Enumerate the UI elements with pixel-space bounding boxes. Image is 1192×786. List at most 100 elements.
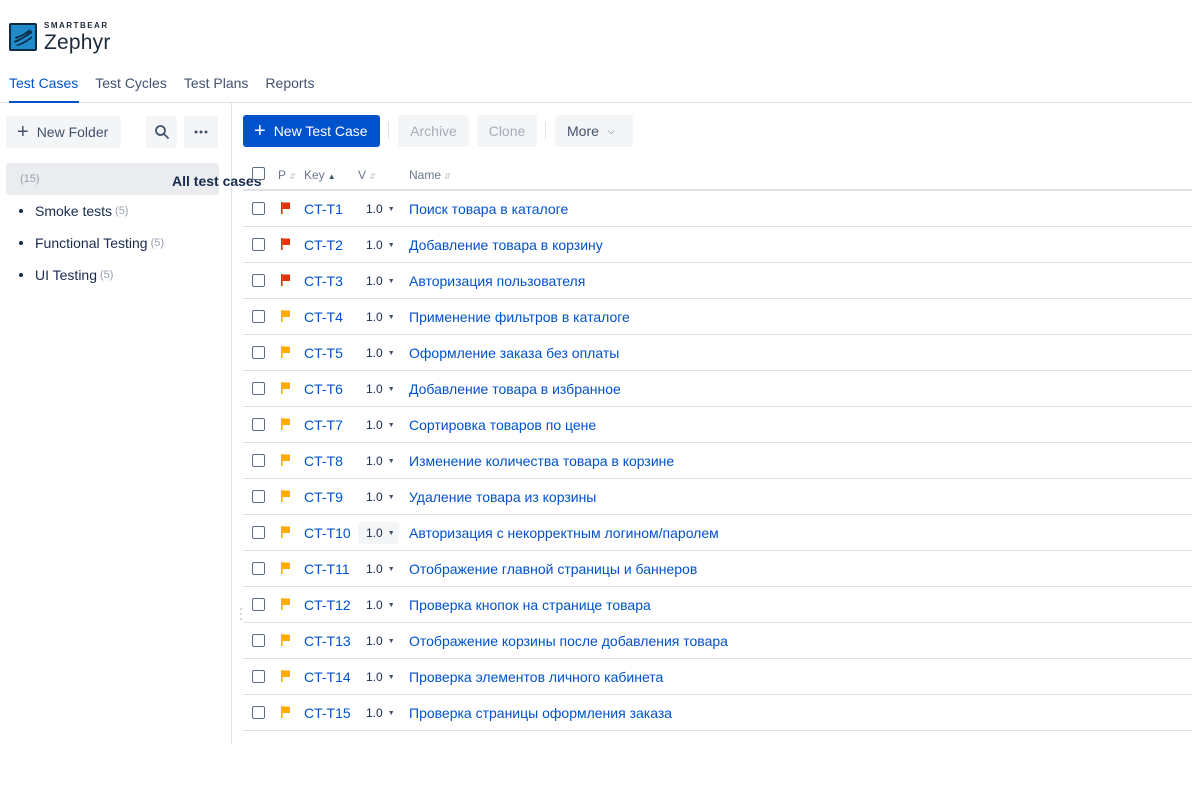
test-case-name[interactable]: Сортировка товаров по цене [409, 417, 596, 433]
table-row[interactable]: CT-T11 1.0 ▼ Отображение главной страницы и… [243, 551, 1192, 587]
folder-smoke-tests[interactable]: Smoke tests (5) [19, 195, 128, 227]
test-case-key[interactable]: CT-T9 [304, 489, 343, 505]
table-row[interactable]: CT-T9 1.0 ▼ Удаление товара из корзины [243, 479, 1192, 515]
test-case-key[interactable]: CT-T1 [304, 201, 343, 217]
row-checkbox[interactable] [252, 418, 265, 431]
select-all-checkbox[interactable] [252, 167, 265, 180]
version-select[interactable]: 1.0 ▼ [358, 486, 399, 508]
tab-test-cycles[interactable]: Test Cycles [86, 72, 175, 102]
test-case-name[interactable]: Отображение главной страницы и баннеров [409, 561, 697, 577]
test-case-name[interactable]: Поиск товара в каталоге [409, 201, 568, 217]
test-case-name[interactable]: Добавление товара в корзину [409, 237, 603, 253]
version-select[interactable]: 1.0 ▼ [358, 414, 399, 436]
test-case-key[interactable]: CT-T12 [304, 597, 351, 613]
test-case-name[interactable]: Применение фильтров в каталоге [409, 309, 630, 325]
test-case-key[interactable]: CT-T10 [304, 525, 351, 541]
row-checkbox[interactable] [252, 202, 265, 215]
row-checkbox[interactable] [252, 382, 265, 395]
table-row[interactable]: CT-T3 1.0 ▼ Авторизация пользователя [243, 263, 1192, 299]
table-row[interactable]: CT-T1 1.0 ▼ Поиск товара в каталоге [243, 191, 1192, 227]
column-header-key[interactable]: Key ▲ [304, 168, 336, 182]
folder-options-button[interactable] [184, 116, 218, 148]
table-row[interactable]: CT-T8 1.0 ▼ Изменение количества товара в к… [243, 443, 1192, 479]
table-row[interactable]: CT-T2 1.0 ▼ Добавление товара в корзину [243, 227, 1192, 263]
column-header-name[interactable]: Name ⇵ [409, 168, 451, 182]
test-case-key[interactable]: CT-T7 [304, 417, 343, 433]
row-checkbox[interactable] [252, 454, 265, 467]
test-case-name[interactable]: Авторизация с некорректным логином/парол… [409, 525, 719, 541]
test-case-name[interactable]: Проверка элементов личного кабинета [409, 669, 663, 685]
brand-vendor: SMARTBEAR [44, 20, 109, 30]
new-folder-button[interactable]: + New Folder [6, 116, 121, 148]
table-row[interactable]: CT-T10 1.0 ▼ Авторизация с некорректным лог… [243, 515, 1192, 551]
version-select[interactable]: 1.0 ▼ [358, 702, 399, 724]
folder-functional-testing[interactable]: Functional Testing (5) [19, 227, 164, 259]
version-select[interactable]: 1.0 ▼ [358, 594, 399, 616]
row-checkbox[interactable] [252, 706, 265, 719]
version-select[interactable]: 1.0 ▼ [358, 558, 399, 580]
test-case-name[interactable]: Изменение количества товара в корзине [409, 453, 674, 469]
table-row[interactable]: CT-T15 1.0 ▼ Проверка страницы оформления з… [243, 695, 1192, 731]
version-select[interactable]: 1.0 ▼ [358, 450, 399, 472]
test-case-name[interactable]: Добавление товара в избранное [409, 381, 621, 397]
folder-all-test-cases[interactable]: All test cases (15) [6, 163, 262, 195]
table-row[interactable]: CT-T6 1.0 ▼ Добавление товара в избранное [243, 371, 1192, 407]
table-row[interactable]: CT-T13 1.0 ▼ Отображение корзины после доба… [243, 623, 1192, 659]
table-row[interactable]: CT-T7 1.0 ▼ Сортировка товаров по цене [243, 407, 1192, 443]
row-checkbox[interactable] [252, 598, 265, 611]
test-case-key[interactable]: CT-T14 [304, 669, 351, 685]
clone-button[interactable]: Clone [477, 115, 537, 147]
row-checkbox[interactable] [252, 310, 265, 323]
test-case-name[interactable]: Авторизация пользователя [409, 273, 585, 289]
column-header-version[interactable]: V ⇵ [358, 168, 376, 182]
more-button[interactable]: More ⌵ [555, 115, 633, 147]
row-checkbox[interactable] [252, 274, 265, 287]
test-case-key[interactable]: CT-T15 [304, 705, 351, 721]
row-checkbox[interactable] [252, 562, 265, 575]
table-row[interactable]: CT-T4 1.0 ▼ Применение фильтров в каталоге [243, 299, 1192, 335]
row-checkbox[interactable] [252, 526, 265, 539]
panel-resize-handle[interactable] [240, 607, 242, 621]
version-select[interactable]: 1.0 ▼ [358, 306, 399, 328]
column-header-priority[interactable]: P ⇵ [278, 168, 296, 182]
priority-flag-icon [281, 346, 290, 358]
test-case-key[interactable]: CT-T6 [304, 381, 343, 397]
row-checkbox[interactable] [252, 634, 265, 647]
version-select[interactable]: 1.0 ▼ [358, 198, 399, 220]
test-case-name[interactable]: Проверка страницы оформления заказа [409, 705, 672, 721]
new-test-case-button[interactable]: + New Test Case [243, 115, 380, 147]
tab-reports[interactable]: Reports [256, 72, 322, 102]
test-case-name[interactable]: Удаление товара из корзины [409, 489, 596, 505]
version-select[interactable]: 1.0 ▼ [358, 522, 399, 544]
table-row[interactable]: CT-T14 1.0 ▼ Проверка элементов личного каб… [243, 659, 1192, 695]
table-row[interactable]: CT-T12 1.0 ▼ Проверка кнопок на странице то… [243, 587, 1192, 623]
version-select[interactable]: 1.0 ▼ [358, 234, 399, 256]
test-case-key[interactable]: CT-T11 [304, 561, 350, 577]
test-case-name[interactable]: Отображение корзины после добавления тов… [409, 633, 728, 649]
search-folders-button[interactable] [146, 116, 177, 148]
archive-button[interactable]: Archive [398, 115, 469, 147]
test-case-name[interactable]: Проверка кнопок на странице товара [409, 597, 651, 613]
row-checkbox[interactable] [252, 490, 265, 503]
chevron-down-icon: ▼ [387, 601, 395, 609]
zephyr-logo[interactable]: SMARTBEAR Zephyr [9, 21, 111, 53]
tab-test-cases[interactable]: Test Cases [0, 72, 86, 103]
version-select[interactable]: 1.0 ▼ [358, 666, 399, 688]
test-case-key[interactable]: CT-T5 [304, 345, 343, 361]
tab-test-plans[interactable]: Test Plans [175, 72, 257, 102]
row-checkbox[interactable] [252, 346, 265, 359]
test-case-key[interactable]: CT-T3 [304, 273, 343, 289]
test-case-key[interactable]: CT-T13 [304, 633, 351, 649]
test-case-name[interactable]: Оформление заказа без оплаты [409, 345, 619, 361]
folder-ui-testing[interactable]: UI Testing (5) [19, 259, 113, 291]
test-case-key[interactable]: CT-T2 [304, 237, 343, 253]
version-select[interactable]: 1.0 ▼ [358, 270, 399, 292]
version-select[interactable]: 1.0 ▼ [358, 630, 399, 652]
row-checkbox[interactable] [252, 670, 265, 683]
version-select[interactable]: 1.0 ▼ [358, 378, 399, 400]
table-row[interactable]: CT-T5 1.0 ▼ Оформление заказа без оплаты [243, 335, 1192, 371]
version-select[interactable]: 1.0 ▼ [358, 342, 399, 364]
row-checkbox[interactable] [252, 238, 265, 251]
test-case-key[interactable]: CT-T4 [304, 309, 343, 325]
test-case-key[interactable]: CT-T8 [304, 453, 343, 469]
